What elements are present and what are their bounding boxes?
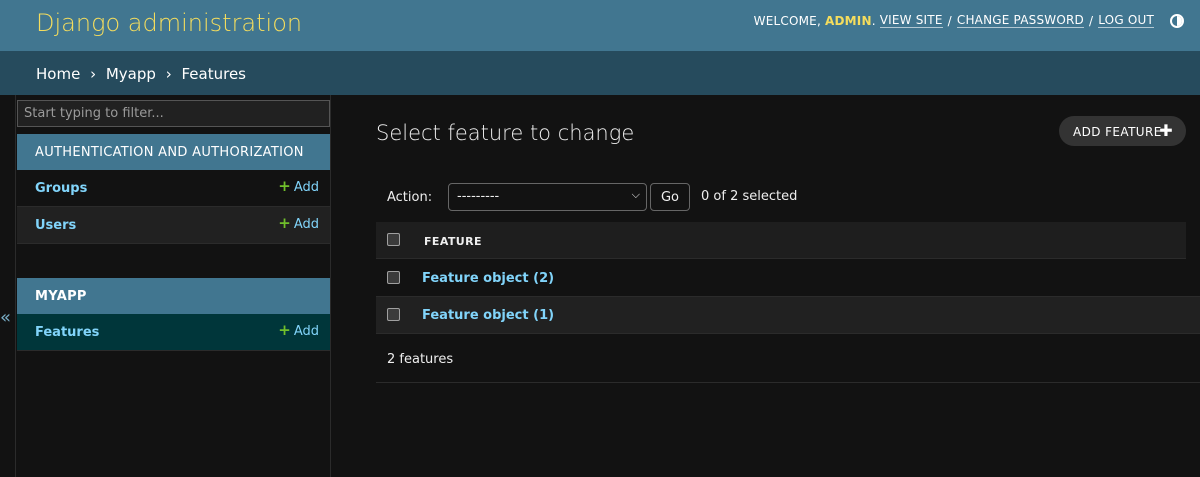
breadcrumb-separator: ›	[90, 65, 97, 83]
plus-icon: +	[278, 214, 291, 232]
theme-toggle-icon[interactable]	[1170, 13, 1184, 28]
sidebar-item-users: Users + Add	[17, 207, 330, 244]
separator: /	[947, 13, 952, 28]
breadcrumb-current: Features	[181, 65, 246, 83]
site-name[interactable]: Django administration	[36, 9, 302, 37]
chevron-down-icon: ⌵	[631, 188, 640, 201]
column-header-feature[interactable]: FEATURE	[424, 235, 482, 248]
breadcrumb-home[interactable]: Home	[36, 65, 80, 83]
paginator: 2 features	[376, 335, 1200, 383]
add-label[interactable]: Add	[294, 180, 319, 195]
separator: /	[1088, 13, 1094, 28]
sidebar-item-groups: Groups + Add	[17, 170, 330, 207]
sidebar-item-label[interactable]: Features	[35, 325, 99, 340]
sidebar-item-label[interactable]: Users	[35, 218, 76, 233]
table-row: Feature object (1)	[376, 297, 1200, 334]
view-site-link[interactable]: VIEW SITE	[879, 13, 943, 28]
plus-icon: +	[278, 177, 291, 195]
page-title: Select feature to change	[376, 121, 635, 145]
module-caption-myapp[interactable]: MYAPP	[17, 278, 330, 314]
sidebar-toggle[interactable]: «	[0, 95, 16, 477]
collapse-icon[interactable]: «	[0, 307, 11, 328]
add-label[interactable]: Add	[294, 217, 319, 232]
add-feature-button[interactable]: ADD FEATURE ✚	[1059, 116, 1186, 146]
breadcrumb-separator: ›	[165, 65, 172, 83]
row-object-link[interactable]: Feature object (2)	[422, 271, 554, 286]
user-tools: WELCOME, ADMIN. VIEW SITE / CHANGE PASSW…	[754, 13, 1184, 28]
row-object-link[interactable]: Feature object (1)	[422, 308, 554, 323]
plus-icon: ✚	[1159, 121, 1173, 140]
username: ADMIN	[825, 13, 872, 28]
table-header: FEATURE	[376, 222, 1186, 259]
sidebar: AUTHENTICATION AND AUTHORIZATION Groups …	[17, 95, 331, 477]
add-label[interactable]: Add	[294, 324, 319, 339]
log-out-link[interactable]: LOG OUT	[1098, 13, 1154, 28]
breadcrumb-app[interactable]: Myapp	[106, 65, 156, 83]
row-checkbox[interactable]	[387, 308, 400, 321]
change-password-link[interactable]: CHANGE PASSWORD	[956, 13, 1084, 28]
add-features-link[interactable]: + Add	[278, 321, 319, 340]
breadcrumb: Home › Myapp › Features	[0, 51, 1200, 95]
add-feature-label[interactable]: ADD FEATURE	[1073, 125, 1162, 139]
nav-filter-input[interactable]	[17, 100, 330, 127]
selection-counter: 0 of 2 selected	[701, 189, 798, 204]
go-button[interactable]: Go	[650, 183, 690, 211]
sidebar-item-features: Features + Add	[17, 314, 330, 351]
action-select[interactable]: --------- ⌵	[448, 183, 647, 211]
action-selected-value: ---------	[457, 189, 500, 204]
module-caption-auth[interactable]: AUTHENTICATION AND AUTHORIZATION	[17, 134, 330, 170]
table-row: Feature object (2)	[376, 260, 1200, 297]
row-checkbox[interactable]	[387, 271, 400, 284]
add-users-link[interactable]: + Add	[278, 214, 319, 233]
result-count: 2 features	[387, 352, 454, 367]
action-label: Action:	[387, 190, 433, 205]
select-all-checkbox[interactable]	[387, 233, 400, 246]
site-header: Django administration WELCOME, ADMIN. VI…	[0, 0, 1200, 51]
welcome-text: WELCOME,	[753, 13, 821, 28]
sidebar-item-label[interactable]: Groups	[35, 181, 87, 196]
plus-icon: +	[278, 321, 291, 339]
add-groups-link[interactable]: + Add	[278, 177, 319, 196]
